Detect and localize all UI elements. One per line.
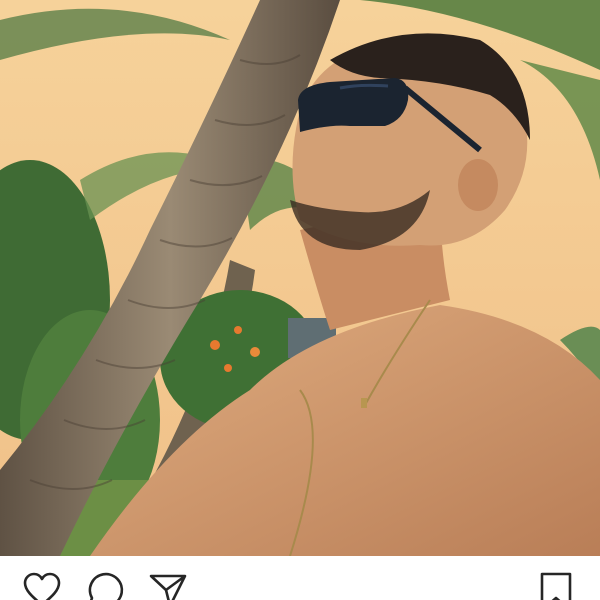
post-action-bar (0, 556, 600, 600)
comment-icon[interactable] (86, 572, 126, 600)
bookmark-icon[interactable] (538, 572, 578, 600)
photo-illustration (0, 0, 600, 556)
heart-icon[interactable] (22, 572, 62, 600)
send-icon[interactable] (148, 572, 188, 600)
post-photo[interactable] (0, 0, 600, 556)
instagram-post (0, 0, 600, 600)
